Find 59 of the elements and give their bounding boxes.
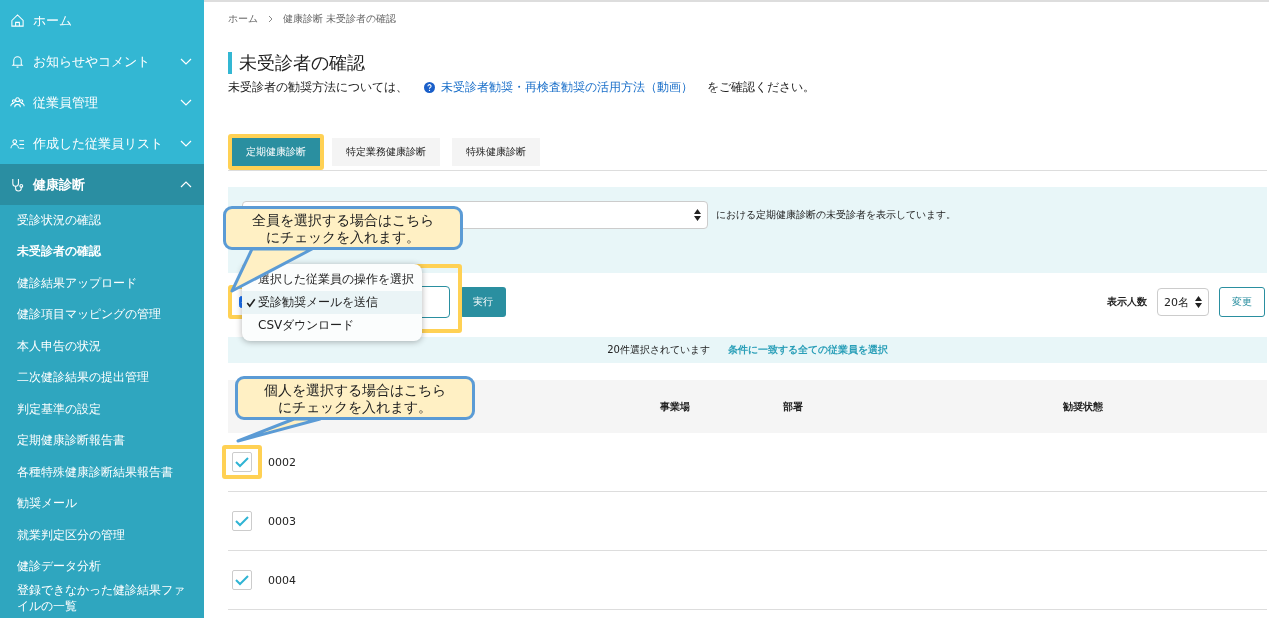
help-icon bbox=[424, 82, 435, 93]
checkbox[interactable] bbox=[232, 452, 252, 472]
page-title: 未受診者の確認 bbox=[228, 52, 1267, 74]
sort-arrows-icon bbox=[694, 209, 701, 221]
people-icon bbox=[10, 95, 25, 110]
selection-count: 20件選択されています bbox=[607, 343, 710, 357]
sidebar-subitem[interactable]: 受診状況の確認 bbox=[0, 205, 204, 237]
chevron-icon bbox=[180, 140, 192, 147]
stethoscope-icon bbox=[10, 177, 25, 192]
checkbox[interactable] bbox=[232, 511, 252, 531]
chevron-icon bbox=[180, 58, 192, 65]
sidebar-subitem[interactable]: 判定基準の設定 bbox=[0, 394, 204, 426]
filter-description: における定期健康診断の未受診者を表示しています。 bbox=[716, 208, 956, 222]
intro-text: 未受診者の勧奨方法については、 bbox=[228, 79, 408, 96]
video-link[interactable]: 未受診者勧奨・再検査勧奨の活用方法（動画） bbox=[441, 79, 693, 96]
check-icon bbox=[246, 297, 256, 308]
sidebar-item[interactable]: ホーム bbox=[0, 0, 204, 41]
table-cell-text: 0003 bbox=[268, 514, 297, 528]
tab[interactable]: 特定業務健康診断 bbox=[332, 138, 440, 166]
chevron-icon bbox=[268, 15, 273, 23]
sidebar-subitem[interactable]: 健診結果アップロード bbox=[0, 268, 204, 300]
column-header: 事業場 bbox=[660, 399, 691, 414]
sidebar-subitem[interactable]: 未受診者の確認 bbox=[0, 236, 204, 268]
sidebar-item[interactable]: 従業員管理 bbox=[0, 82, 204, 123]
table-cell-text: 0002 bbox=[268, 455, 297, 469]
intro-text: をご確認ください。 bbox=[707, 79, 815, 96]
run-button[interactable]: 実行 bbox=[460, 287, 506, 317]
home-icon bbox=[10, 13, 25, 28]
chevron-icon bbox=[180, 99, 192, 106]
sort-arrows-icon bbox=[1195, 296, 1202, 308]
select-all-link[interactable]: 条件に一致する全ての従業員を選択 bbox=[727, 343, 888, 357]
sidebar-subitem[interactable]: 各種特殊健康診断結果報告書 bbox=[0, 457, 204, 489]
tab[interactable]: 特殊健康診断 bbox=[452, 138, 540, 166]
sidebar-subitem[interactable]: 健診データ分析 bbox=[0, 551, 204, 583]
person-list-icon bbox=[10, 136, 25, 151]
sidebar-item[interactable]: 作成した従業員リスト bbox=[0, 123, 204, 164]
menu-item[interactable]: CSVダウンロード bbox=[242, 314, 422, 337]
breadcrumb-item[interactable]: ホーム bbox=[228, 12, 258, 26]
sidebar-subitem[interactable]: 本人申告の状況 bbox=[0, 331, 204, 363]
change-button[interactable]: 変更 bbox=[1219, 287, 1265, 317]
sidebar-subitem[interactable]: 勧奨メール bbox=[0, 488, 204, 520]
column-header: 勧奨状態 bbox=[1063, 399, 1104, 414]
sidebar-item[interactable]: 健康診断 bbox=[0, 164, 204, 205]
breadcrumb-item: 健康診断 未受診者の確認 bbox=[283, 12, 397, 26]
sidebar-subitem[interactable]: 登録できなかった健診結果ファイルの一覧 bbox=[0, 583, 204, 615]
chevron-icon bbox=[180, 181, 192, 188]
sidebar-subitem[interactable]: 定期健康診断報告書 bbox=[0, 425, 204, 457]
menu-item[interactable]: 受診勧奨メールを送信 bbox=[242, 291, 422, 314]
sidebar-subitem[interactable]: 就業判定区分の管理 bbox=[0, 520, 204, 552]
bell-icon bbox=[10, 54, 25, 69]
checkbox[interactable] bbox=[232, 570, 252, 590]
sidebar-subitem[interactable]: 二次健診結果の提出管理 bbox=[0, 362, 204, 394]
column-header: 部署 bbox=[783, 399, 804, 414]
per-page-label: 表示人数 bbox=[1107, 295, 1147, 309]
sidebar-subitem[interactable]: 健診項目マッピングの管理 bbox=[0, 299, 204, 331]
table-cell-text: 0004 bbox=[268, 573, 297, 587]
sidebar-item[interactable]: お知らせやコメント bbox=[0, 41, 204, 82]
tab[interactable]: 定期健康診断 bbox=[232, 138, 320, 166]
per-page-select[interactable]: 20名 bbox=[1157, 288, 1209, 316]
